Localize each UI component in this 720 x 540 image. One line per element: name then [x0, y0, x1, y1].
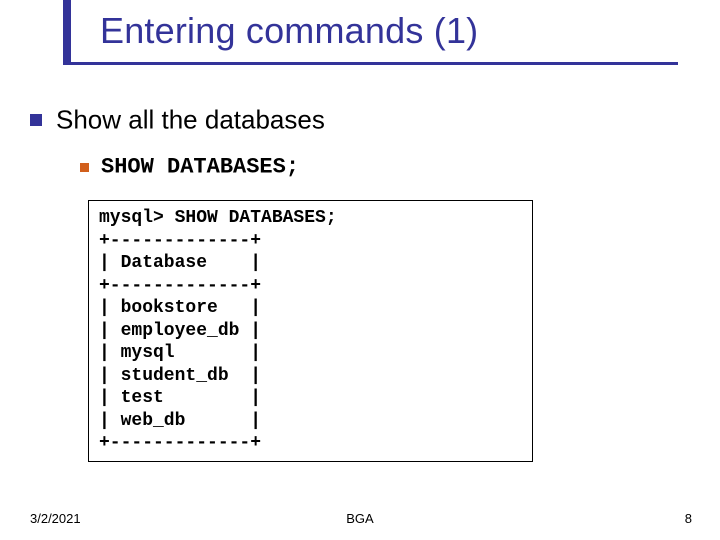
square-bullet-icon: [30, 114, 42, 126]
bullet-level-1: Show all the databases: [30, 103, 325, 136]
slide-title: Entering commands (1): [100, 10, 478, 52]
footer-page-number: 8: [685, 511, 692, 526]
bullet-level-1-text: Show all the databases: [56, 105, 325, 135]
code-output-text: mysql> SHOW DATABASES; +-------------+ |…: [99, 207, 522, 455]
title-accent-bar: [63, 0, 71, 62]
bullet-level-2-text: SHOW DATABASES;: [101, 155, 299, 180]
square-bullet-small-icon: [80, 163, 89, 172]
footer-center: BGA: [0, 511, 720, 526]
bullet-level-2: SHOW DATABASES;: [80, 153, 299, 180]
code-output-box: mysql> SHOW DATABASES; +-------------+ |…: [88, 200, 533, 462]
title-underline: [63, 62, 678, 65]
